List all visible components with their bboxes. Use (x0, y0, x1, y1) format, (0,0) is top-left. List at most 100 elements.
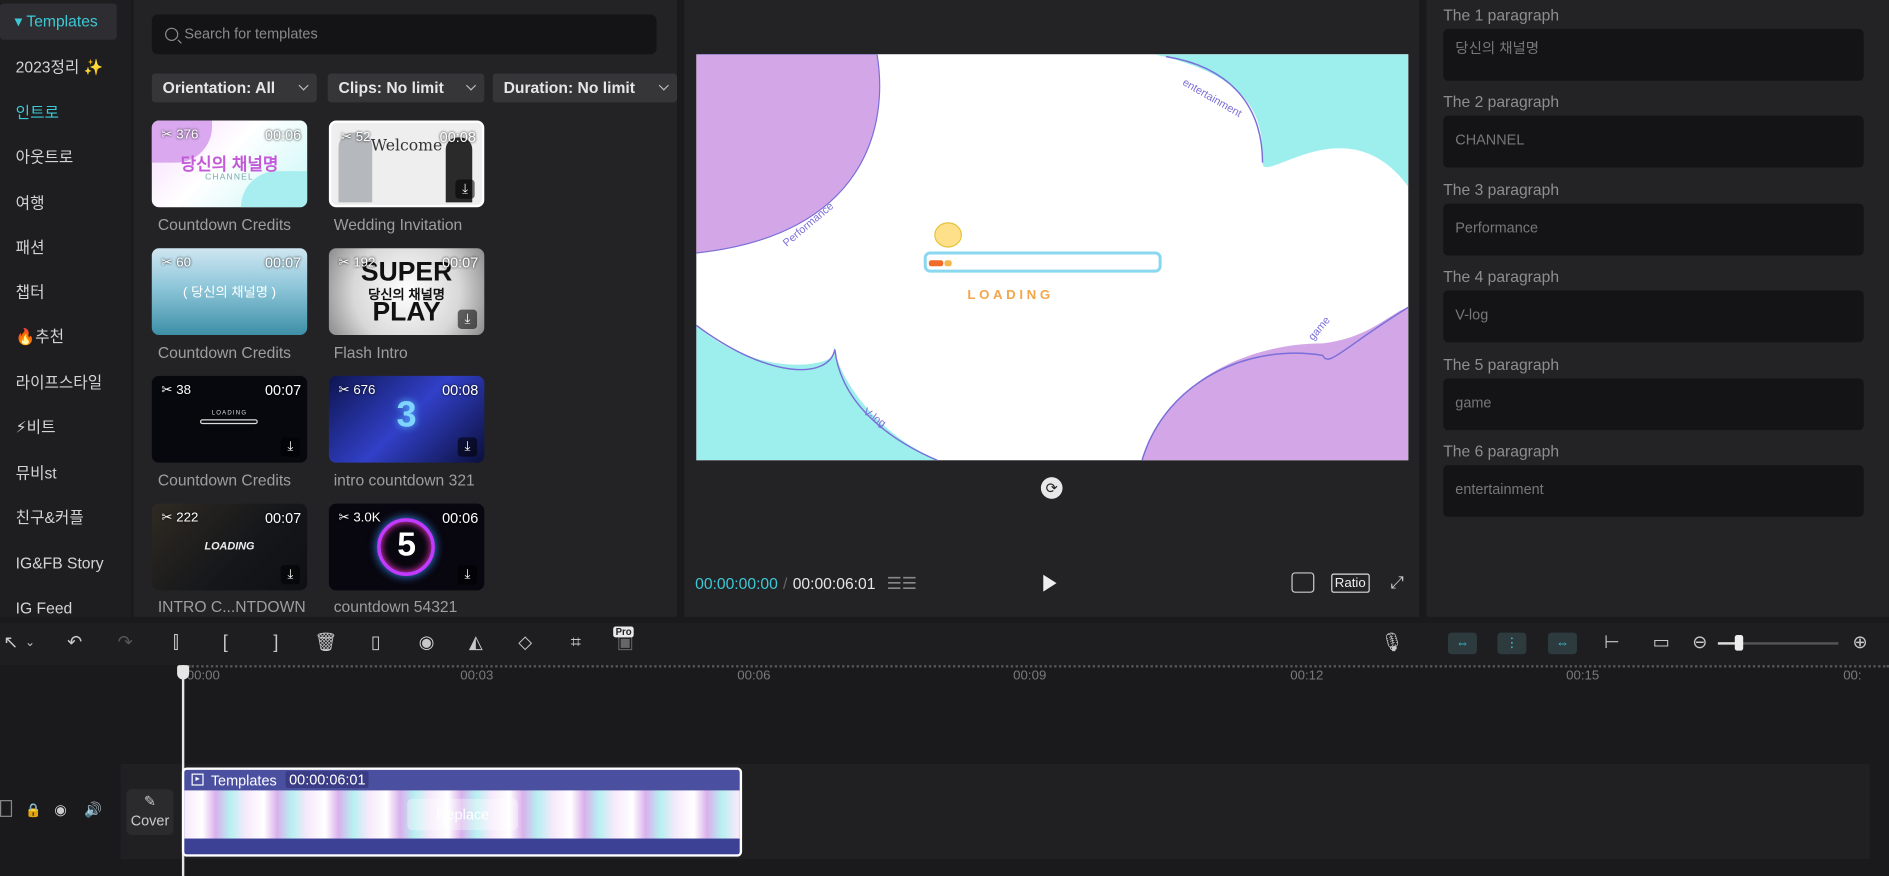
sidebar-item-intro[interactable]: 인트로 (0, 95, 131, 131)
download-icon[interactable]: ⤓ (280, 565, 300, 585)
paragraph-label: The 5 paragraph (1443, 355, 1560, 374)
duration-filter-label: Duration: No limit (503, 78, 635, 97)
card-title: Wedding Invitation (333, 215, 463, 234)
magnet-icon[interactable]: ⇔ (1448, 632, 1477, 655)
preview-axis-icon[interactable]: ⇔ (1548, 632, 1577, 655)
paragraph-label: The 2 paragraph (1443, 92, 1560, 111)
paragraph-field[interactable]: entertainment (1443, 465, 1864, 517)
template-card[interactable]: Welcome ✂ 52 00:08 ⤓ (328, 120, 485, 208)
ruler-tick: 00:15 (1566, 668, 1600, 684)
sidebar-item-lifestyle[interactable]: 라이프스타일 (0, 365, 131, 401)
paragraph-label: The 6 paragraph (1443, 442, 1560, 461)
thumb-bar (199, 419, 258, 425)
search-input[interactable]: Search for templates (184, 25, 317, 42)
undo-icon[interactable]: ↶ (64, 633, 86, 655)
sidebar-item-beat[interactable]: ⚡비트 (0, 410, 131, 446)
template-card[interactable]: ( 당신의 채널명 ) ✂ 60 00:07 (151, 248, 308, 335)
preview-canvas[interactable]: LOADING Performance entertainment V-log … (696, 54, 1409, 461)
trim-left-icon[interactable]: [ (214, 633, 236, 655)
delete-icon[interactable]: 🗑 (314, 633, 337, 655)
split-icon[interactable]: ⫿ (165, 633, 187, 655)
crop-icon[interactable]: ⌗ (565, 633, 587, 655)
sidebar-item-ig-story[interactable]: IG&FB Story (0, 546, 131, 582)
speaker-icon[interactable]: 🔊 (84, 801, 102, 818)
download-icon[interactable]: ⤓ (457, 309, 478, 329)
orientation-filter[interactable]: Orientation: All (151, 73, 317, 103)
sidebar-item-2023[interactable]: 2023정리 ✨ (0, 49, 131, 85)
card-title: Countdown Credits (157, 343, 292, 362)
fit-icon[interactable]: ▭ (1650, 633, 1672, 655)
redo-icon[interactable]: ↷ (114, 633, 136, 655)
template-card[interactable]: 3 ✂ 676 00:08 ⤓ (328, 375, 485, 463)
sidebar-item-ig-feed[interactable]: IG Feed (0, 590, 131, 617)
lock-icon[interactable]: 🔒 (25, 802, 42, 818)
playhead-handle[interactable] (177, 665, 190, 680)
duration-filter[interactable]: Duration: No limit (492, 73, 678, 103)
preview-artwork: LOADING Performance entertainment V-log … (696, 54, 1409, 461)
timeline-ruler[interactable]: 00:00 00:03 00:06 00:09 00:12 00:15 00: (120, 665, 1889, 689)
template-card[interactable]: 당신의 채널명 CHANNEL ✂ 376 00:06 (151, 120, 308, 208)
trim-right-icon[interactable]: ] (265, 633, 287, 655)
split-screen-icon[interactable]: ⊢ (1601, 633, 1623, 655)
zoom-in-icon[interactable]: ⊕ (1849, 633, 1871, 655)
chevron-down-icon (298, 80, 309, 91)
zoom-slider-handle[interactable] (1734, 634, 1744, 651)
edit-icon: ✎ (143, 792, 157, 810)
microphone-icon[interactable]: 🎙 (1381, 633, 1404, 655)
sidebar-item-fashion[interactable]: 패션 (0, 230, 131, 266)
cover-button[interactable]: ✎ Cover (126, 789, 174, 835)
card-duration: 00:07 (264, 381, 302, 399)
template-card[interactable]: LOADING ✂ 222 00:07 ⤓ (151, 503, 308, 591)
rotate-icon[interactable]: ◇ (514, 633, 536, 655)
sidebar-item-outro[interactable]: 아웃트로 (0, 140, 131, 176)
sidebar-item-travel[interactable]: 여행 (0, 186, 131, 222)
eye-icon[interactable]: ◉ (54, 801, 67, 818)
replace-button[interactable]: Replace (407, 798, 519, 831)
sidebar-item-mv[interactable]: 뮤비st (0, 455, 131, 491)
list-view-icon[interactable]: ☰☰ (887, 574, 917, 593)
play-icon[interactable] (1043, 574, 1057, 592)
freeze-icon[interactable]: ▯ (365, 633, 387, 655)
template-card[interactable]: LOADING ✂ 38 00:07 ⤓ (151, 375, 308, 463)
chevron-down-icon[interactable]: ⌄ (19, 633, 41, 655)
paragraph-field[interactable]: CHANNEL (1443, 115, 1864, 168)
snapshot-icon[interactable] (1291, 572, 1315, 593)
paragraph-field[interactable]: game (1443, 378, 1864, 431)
download-icon[interactable]: ⤓ (455, 179, 475, 199)
sidebar-item-templates[interactable]: ▾ Templates (0, 3, 117, 40)
mirror-icon[interactable]: ◭ (465, 633, 487, 655)
template-card[interactable]: SUPER 당신의 채널명 PLAY ✂ 192 00:07 ⤓ (328, 248, 485, 335)
clips-filter-label: Clips: No limit (338, 78, 444, 97)
template-card[interactable]: 5 ✂ 3.0K 00:06 ⤓ (328, 503, 485, 591)
download-icon[interactable]: ⤓ (457, 565, 478, 585)
paragraph-field[interactable]: V-log (1443, 290, 1864, 343)
thumb-title: ( 당신의 채널명 ) (182, 285, 277, 301)
track-icon[interactable] (0, 800, 13, 817)
ruler-tick: 00: (1843, 668, 1862, 684)
paragraph-label: The 1 paragraph (1443, 6, 1560, 25)
template-search[interactable]: Search for templates (151, 14, 657, 55)
sidebar-item-friends[interactable]: 친구&커플 (0, 500, 131, 536)
paragraph-label: The 4 paragraph (1443, 267, 1560, 286)
download-icon[interactable]: ⤓ (280, 437, 300, 457)
paragraph-field[interactable]: Performance (1443, 203, 1864, 256)
sidebar-item-recommended[interactable]: 🔥추천 (0, 319, 131, 355)
ruler-tick: 00:06 (737, 668, 771, 684)
template-icon: ▸ (191, 773, 204, 786)
clip-name: Templates (210, 772, 277, 790)
clip-count: ✂ 676 (338, 383, 376, 398)
paragraph-field[interactable]: 당신의 채널명 (1443, 28, 1864, 81)
download-icon[interactable]: ⤓ (457, 437, 478, 457)
sidebar-item-chapter[interactable]: 챕터 (0, 275, 131, 311)
ratio-button[interactable]: Ratio (1331, 573, 1370, 593)
search-icon (165, 27, 179, 41)
refresh-icon[interactable]: ⟳ (1040, 477, 1063, 499)
fullscreen-icon[interactable]: ⤢ (1390, 573, 1408, 592)
timeline-toolbar: ↖ ⌄ ↶ ↷ ⫿ [ ] 🗑 ▯ ◉ ◭ ◇ ⌗ ▣ Pro 🎙 ⇔ ⋮ ⇔ … (0, 622, 1889, 666)
linkage-icon[interactable]: ⋮ (1497, 632, 1527, 655)
timeline-clip[interactable]: ▸ Templates 00:00:06:01 Replace (181, 767, 743, 857)
pro-badge: Pro (613, 626, 635, 638)
zoom-out-icon[interactable]: ⊖ (1689, 633, 1711, 655)
clips-filter[interactable]: Clips: No limit (327, 73, 485, 103)
speed-icon[interactable]: ◉ (416, 633, 438, 655)
